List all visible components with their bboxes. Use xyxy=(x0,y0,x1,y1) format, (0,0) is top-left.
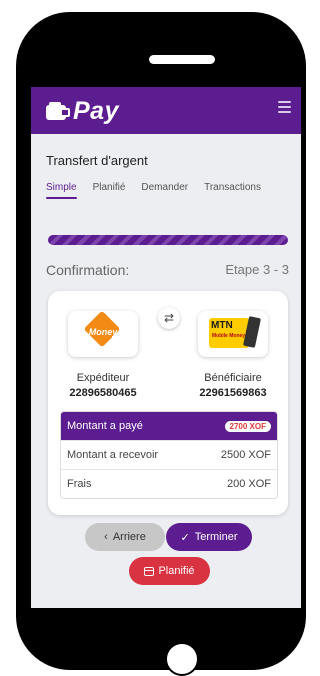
amount-label: Frais xyxy=(67,478,92,490)
schedule-button-label: Planifié xyxy=(158,565,195,577)
tab-transactions[interactable]: Transactions xyxy=(204,182,261,199)
step-indicator: Etape 3 - 3 xyxy=(225,262,289,277)
tab-simple[interactable]: Simple xyxy=(46,182,77,199)
finish-button-label: Terminer xyxy=(194,531,238,543)
hamburger-menu-icon[interactable] xyxy=(278,101,291,113)
transfer-summary-card: Money Expéditeur 22896580465 ⇄ MTN Mobil… xyxy=(48,291,288,515)
mtn-logo-sub: Mobile Money xyxy=(212,333,246,339)
amount-value: 200 XOF xyxy=(226,478,271,490)
moov-money-logo: Money xyxy=(68,310,138,357)
page-title: Transfert d'argent xyxy=(46,153,148,168)
step-progress-bar xyxy=(48,235,288,245)
receiver-number: 22961569863 xyxy=(199,387,267,399)
app-name: Pay xyxy=(73,96,119,125)
sender-role: Expéditeur xyxy=(76,372,130,384)
amount-value: 2500 XOF xyxy=(220,449,271,461)
receiver-block: MTN Mobile Money Bénéficiaire 2296156986… xyxy=(188,311,278,399)
app-bar: Pay xyxy=(31,87,301,134)
check-icon: ✓ xyxy=(180,531,190,544)
back-button[interactable]: ‹ Arriere xyxy=(85,523,165,551)
mtn-logo-text: MTN xyxy=(211,320,233,331)
calendar-icon xyxy=(144,566,155,576)
amount-row-received: Montant a recevoir 2500 XOF xyxy=(61,440,277,469)
back-button-label: Arriere xyxy=(112,531,146,543)
tab-demander[interactable]: Demander xyxy=(141,182,188,199)
amount-label: Montant a payé xyxy=(67,420,143,432)
tab-bar: Simple Planifié Demander Transactions xyxy=(46,182,261,199)
tab-planifie[interactable]: Planifié xyxy=(93,182,126,199)
amount-row-paid: Montant a payé 2700 XOF xyxy=(61,412,277,440)
app-logo: Pay xyxy=(46,96,119,125)
amount-table: Montant a payé 2700 XOF Montant a recevo… xyxy=(60,411,278,499)
confirmation-label: Confirmation: xyxy=(46,262,130,278)
moov-logo-text: Money xyxy=(88,327,118,337)
schedule-button[interactable]: Planifié xyxy=(129,557,210,585)
phone-speaker xyxy=(149,55,215,64)
mtn-mobile-money-logo: MTN Mobile Money xyxy=(198,311,268,357)
amount-label: Montant a recevoir xyxy=(67,449,159,461)
finish-button[interactable]: ✓ Terminer xyxy=(166,523,252,551)
sender-block: Money Expéditeur 22896580465 xyxy=(58,310,148,399)
sender-number: 22896580465 xyxy=(69,387,137,399)
app-screen: Pay Transfert d'argent Simple Planifié D… xyxy=(31,87,301,608)
chevron-left-icon: ‹ xyxy=(104,531,108,543)
receiver-role: Bénéficiaire xyxy=(204,372,262,384)
home-button[interactable] xyxy=(165,642,199,676)
amount-paid-badge: 2700 XOF xyxy=(224,420,271,432)
swap-icon[interactable]: ⇄ xyxy=(158,307,180,329)
wallet-icon xyxy=(46,101,70,121)
amount-row-fees: Frais 200 XOF xyxy=(61,469,277,498)
